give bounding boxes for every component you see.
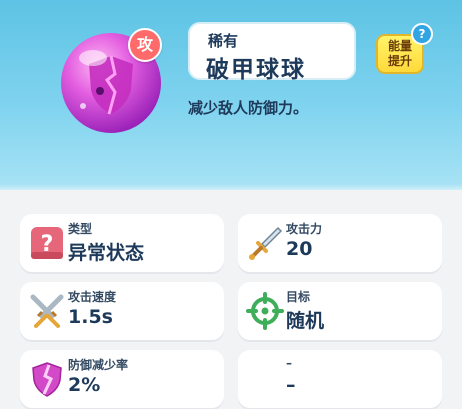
stat-value: – bbox=[286, 374, 296, 396]
stat-label: 目标 bbox=[286, 290, 311, 304]
stat-card-attack: 攻击力 20 bbox=[238, 214, 442, 272]
skill-name-card: 稀有 破甲球球 bbox=[188, 22, 356, 83]
stat-label: 防御减少率 bbox=[68, 358, 129, 372]
stat-card-type: ? 类型 异常状态 bbox=[20, 214, 224, 272]
sword-icon bbox=[249, 226, 283, 260]
attack-type-badge: 攻 bbox=[128, 28, 162, 62]
stat-label: 攻击力 bbox=[286, 222, 323, 236]
stat-card-target: 目标 随机 bbox=[238, 282, 442, 340]
stat-card-empty: – – bbox=[238, 350, 442, 408]
crossed-swords-icon bbox=[30, 294, 64, 328]
stat-card-attack-speed: 攻击速度 1.5s bbox=[20, 282, 224, 340]
stat-label: – bbox=[286, 356, 292, 370]
svg-text:?: ? bbox=[41, 232, 54, 257]
stat-label: 攻击速度 bbox=[68, 290, 117, 304]
broken-shield-icon bbox=[32, 362, 62, 397]
skill-header: 攻 稀有 破甲球球 能量 提升 ? 减少敌人防御力。 bbox=[0, 0, 462, 190]
question-box-icon: ? bbox=[31, 227, 63, 259]
skill-description: 减少敌人防御力。 bbox=[188, 99, 309, 117]
stat-value: 20 bbox=[286, 238, 313, 260]
stat-card-defense-reduction: 防御减少率 2% bbox=[20, 350, 224, 408]
help-icon[interactable]: ? bbox=[411, 23, 433, 45]
stat-value: 异常状态 bbox=[68, 242, 145, 264]
upgrade-label-line2: 提升 bbox=[387, 54, 412, 68]
skill-name: 破甲球球 bbox=[206, 57, 306, 83]
stat-value: 2% bbox=[68, 374, 101, 396]
stat-value: 1.5s bbox=[68, 306, 113, 328]
stat-label: 类型 bbox=[68, 222, 93, 236]
stat-value: 随机 bbox=[286, 310, 325, 332]
crosshair-icon bbox=[246, 292, 284, 330]
rarity-label: 稀有 bbox=[208, 32, 239, 50]
